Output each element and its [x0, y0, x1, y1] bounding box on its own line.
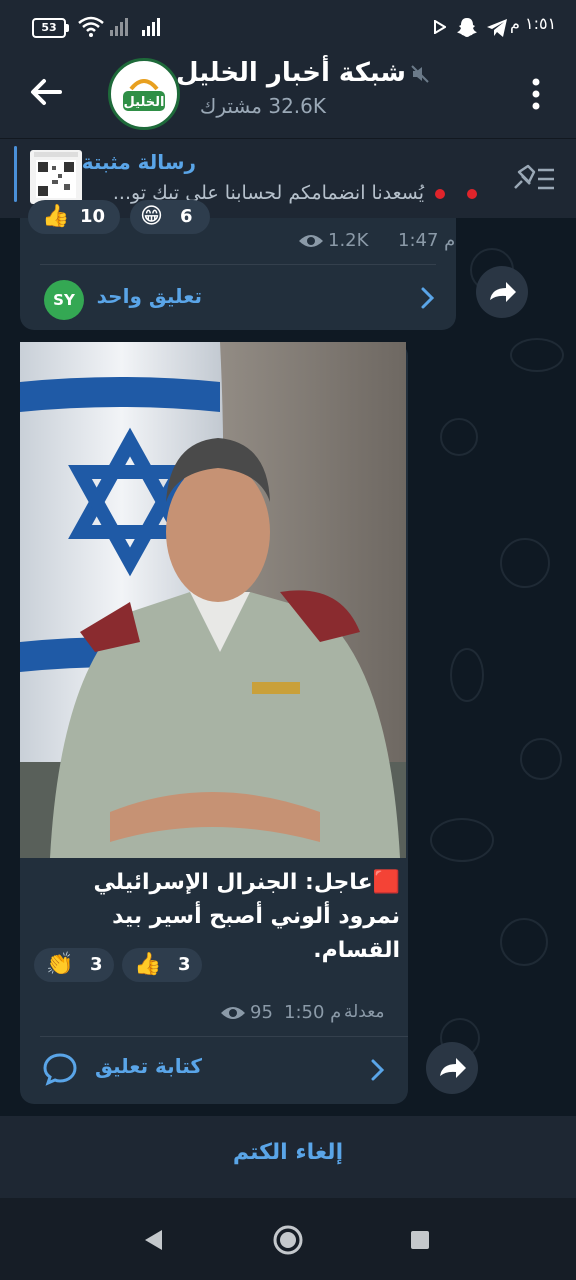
reaction-emoji: 👍 [134, 952, 162, 977]
view-count: 95 [250, 1002, 273, 1023]
pinned-thumbnail [30, 150, 82, 204]
reaction-count: 3 [90, 954, 103, 975]
snapchat-icon [457, 18, 477, 37]
pinned-label: رسالة مثبتة [81, 150, 196, 174]
reaction-emoji: 👏 [46, 952, 74, 977]
muted-icon [411, 65, 429, 83]
red-dots-emoji [435, 189, 477, 199]
clock: ١:٥١ م [510, 14, 557, 33]
signal-icon [110, 18, 128, 36]
play-store-icon [434, 20, 446, 34]
message-photo[interactable] [20, 342, 406, 858]
view-count: 1.2K [328, 230, 369, 251]
reaction-emoji: 👍 [42, 204, 70, 229]
comments-link[interactable]: تعليق واحد [97, 284, 202, 308]
reaction-thumbs-up[interactable]: 👍 3 [122, 948, 202, 982]
chevron-right-icon[interactable] [418, 286, 438, 310]
reaction-count: 10 [80, 206, 106, 227]
telegram-icon [487, 19, 507, 37]
reaction-clap[interactable]: 👏 3 [34, 948, 114, 982]
reaction-count: 6 [180, 206, 193, 227]
nav-back-icon[interactable] [142, 1228, 164, 1252]
subscriber-count: 32.6K مشترك [199, 94, 326, 118]
message-time: 1:50 م [284, 1002, 342, 1023]
channel-name[interactable]: شبكة أخبار الخليل [176, 58, 406, 88]
portrait-photo [20, 342, 406, 858]
wifi-icon [78, 16, 104, 37]
pinned-list-icon[interactable] [512, 162, 556, 196]
message-bubble[interactable] [20, 218, 456, 330]
back-arrow-icon[interactable] [24, 70, 68, 114]
share-button[interactable] [476, 266, 528, 318]
chevron-right-icon[interactable] [368, 1058, 388, 1082]
logo-text: الخليل [124, 95, 165, 110]
message-time: 1:47 م [398, 230, 456, 251]
signal-icon-2 [142, 18, 160, 36]
nav-recents-icon[interactable] [410, 1230, 430, 1250]
more-options-icon[interactable] [522, 74, 550, 114]
channel-logo: الخليل [112, 62, 176, 126]
unmute-button[interactable]: إلغاء الكتم [0, 1140, 576, 1165]
eye-icon [221, 1007, 245, 1019]
reaction-grin[interactable]: 😁 6 [130, 200, 210, 234]
divider [40, 264, 436, 265]
eye-icon [299, 235, 323, 247]
divider [40, 1036, 408, 1037]
share-icon [440, 1058, 466, 1078]
nav-home-icon[interactable] [272, 1224, 304, 1256]
share-button[interactable] [426, 1042, 478, 1094]
battery-icon: 53 [32, 18, 69, 38]
write-comment-link[interactable]: كتابة تعليق [95, 1054, 202, 1078]
reaction-thumbs-up[interactable]: 👍 10 [28, 200, 120, 234]
reaction-emoji: 😁 [140, 204, 163, 229]
system-nav-bar [0, 1198, 576, 1280]
pinned-indicator [14, 146, 17, 202]
battery-level: 53 [41, 21, 57, 34]
reaction-count: 3 [178, 954, 191, 975]
channel-avatar[interactable]: الخليل [108, 58, 180, 130]
edited-label: معدلة [344, 1002, 385, 1022]
qr-code-icon [34, 152, 78, 198]
comment-bubble-icon [43, 1053, 77, 1086]
share-icon [490, 282, 516, 302]
commenter-avatar: SY [44, 280, 84, 320]
status-bar: 53 ١:٥١ م [0, 0, 576, 56]
